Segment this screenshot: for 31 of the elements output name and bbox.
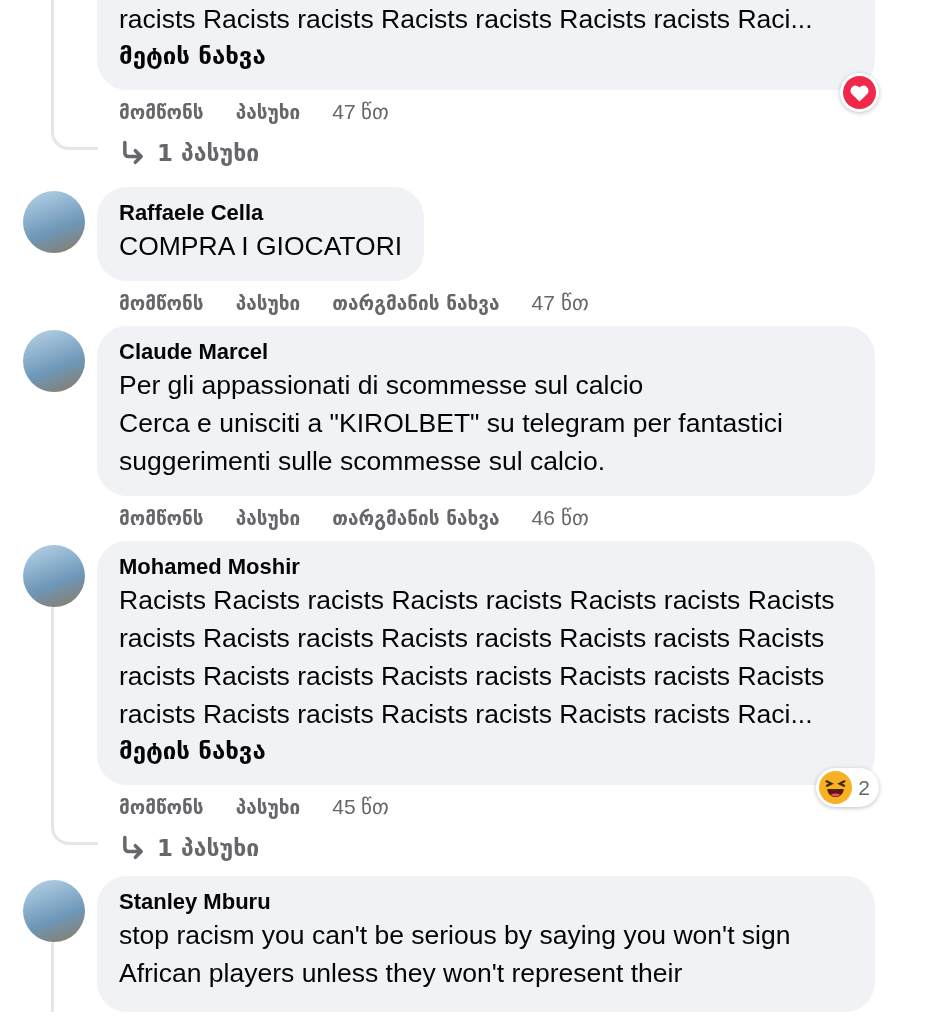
like-link[interactable]: მომწონს [119,292,204,314]
comment-text: stop racism you can't be serious by saying you won't sign African players unless they won't represent their [119,919,792,990]
reply-link[interactable]: პასუხი [235,292,301,314]
timestamp[interactable]: 47 წთ [531,291,589,315]
reaction-badge[interactable] [840,73,879,112]
author-name[interactable]: Stanley Mburu [119,888,853,916]
timestamp[interactable]: 46 წთ [531,506,589,530]
like-link[interactable]: მომწონს [119,796,204,818]
reaction-count: 2 [858,775,871,800]
comment-text: Racists Racists racists Racists racists Racists racists Racists racists Racists racists Racists racists Racists racists Racists racists Racists racists Racists racists Racists racists Racists racists Racists racists Racists racists Racists racists Raci... [119,584,836,731]
see-more-link[interactable]: მეტის ნახვა [119,38,853,74]
view-replies-link[interactable]: 1 პასუხი [97,826,875,870]
see-translation-link[interactable]: თარგმანის ნახვა [332,292,500,314]
reply-link[interactable]: პასუხი [235,507,301,529]
view-replies-link[interactable]: 1 პასუხი [97,131,875,175]
timestamp[interactable]: 45 წთ [332,795,390,819]
comment-text: Per gli appassionati di scommesse sul calcio Cerca e unisciti a "KIROLBET" su telegram per fantastici suggerimenti sulle scommesse sul calcio. [119,369,784,478]
laughing-face-icon [819,771,853,804]
timestamp[interactable]: 47 წთ [332,100,390,124]
see-translation-link[interactable]: თარგმანის ნახვა [332,507,500,529]
like-link[interactable]: მომწონს [119,101,204,123]
like-link[interactable]: მომწონს [119,507,204,529]
reply-link[interactable]: პასუხი [235,101,301,123]
author-name[interactable]: Mohamed Moshir [119,553,853,581]
author-name[interactable]: Raffaele Cella [119,199,403,227]
comment-text: COMPRA I GIOCATORI [119,230,403,263]
reaction-badge[interactable]: 2 [816,768,879,807]
author-name[interactable]: Claude Marcel [119,338,853,366]
see-more-link[interactable]: მეტის ნახვა [119,733,853,769]
reply-link[interactable]: პასუხი [235,796,301,818]
comment-text: racists Racists racists Racists racists Racists racists Raci... [119,3,814,36]
